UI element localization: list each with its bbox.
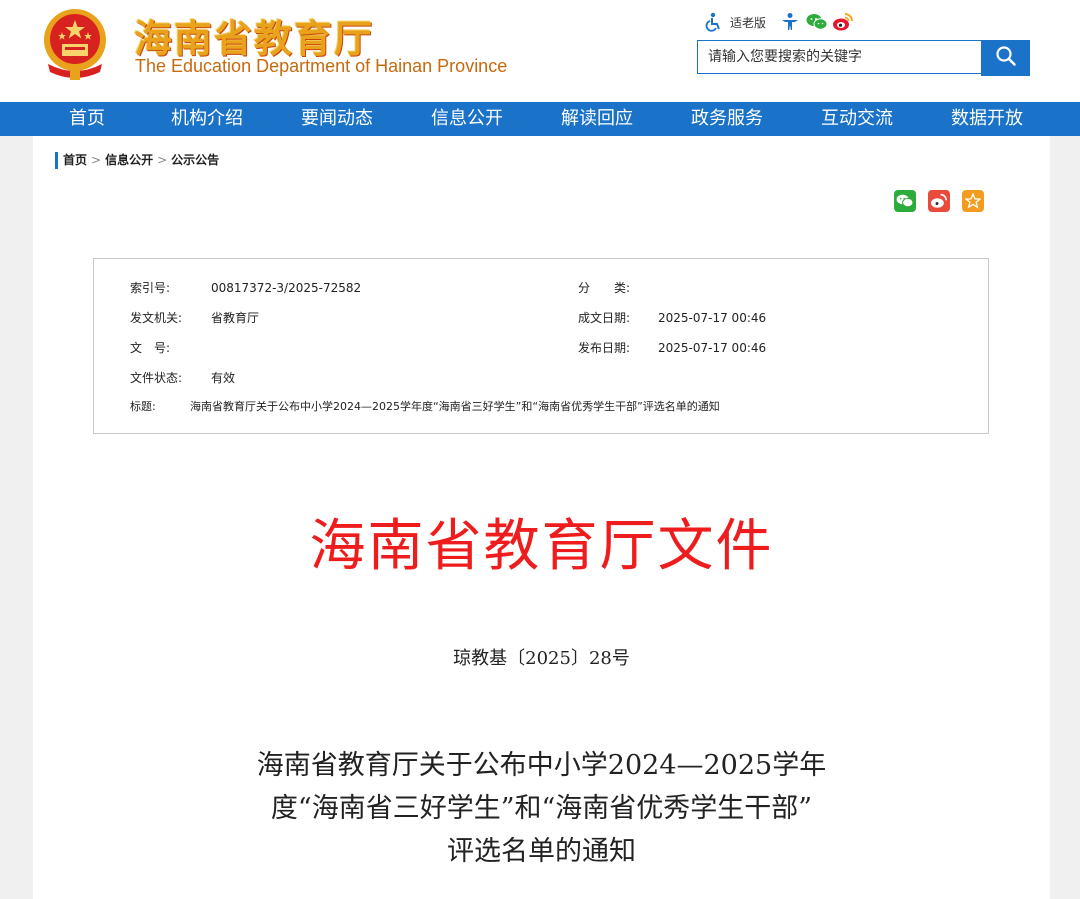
breadcrumb-separator: >	[91, 153, 102, 167]
article-content: 首页 > 信息公开 > 公示公告 索引号: 00817372-3/2025-72582	[33, 136, 1050, 899]
document-number: 琼教基〔2025〕28号	[453, 648, 630, 669]
main-nav: 首页 机构介绍 要闻动态 信息公开 解读回应 政务服务 互动交流 数据开放	[0, 102, 1080, 136]
meta-index-label: 索引号:	[130, 281, 171, 295]
national-emblem-icon[interactable]	[40, 6, 110, 82]
breadcrumb-announcements[interactable]: 公示公告	[171, 153, 219, 167]
site-title-english: The Education Department of Hainan Provi…	[135, 56, 508, 76]
search-button[interactable]	[981, 40, 1030, 76]
meta-docno-label: 文 号:	[130, 341, 171, 355]
nav-item-interaction[interactable]: 互动交流	[792, 102, 922, 136]
meta-docno: 文 号:	[130, 339, 211, 357]
document-title-line: 评选名单的通知	[447, 836, 636, 867]
meta-published-value: 2025-07-17 00:46	[658, 341, 767, 355]
meta-status: 文件状态: 有效	[130, 369, 235, 387]
meta-subject-label: 标题:	[130, 400, 156, 413]
meta-published-label: 发布日期:	[578, 341, 631, 355]
document-metadata: 索引号: 00817372-3/2025-72582 分 类: 发文机关: 省教育厅…	[93, 258, 989, 434]
share-weibo-icon[interactable]	[928, 190, 950, 212]
elder-mode-link[interactable]: 适老版	[730, 14, 766, 31]
search-box	[697, 40, 1030, 76]
document-title-line: 海南省教育厅关于公布中小学2024—2025学年	[256, 750, 827, 781]
document-title-line: 度“海南省三好学生”和“海南省优秀学生干部”	[270, 793, 813, 824]
meta-created-value: 2025-07-17 00:46	[658, 311, 767, 325]
person-app-icon[interactable]	[780, 12, 800, 32]
meta-index: 索引号: 00817372-3/2025-72582	[130, 279, 361, 297]
wechat-icon[interactable]	[806, 12, 828, 32]
nav-item-info-disclosure[interactable]: 信息公开	[402, 102, 532, 136]
meta-index-value: 00817372-3/2025-72582	[211, 281, 362, 295]
document-red-header: 海南省教育厅文件	[309, 514, 774, 579]
nav-item-news[interactable]: 要闻动态	[272, 102, 402, 136]
breadcrumb-info-disclosure[interactable]: 信息公开	[105, 153, 153, 167]
meta-issuer-label: 发文机关:	[130, 311, 183, 325]
search-input[interactable]	[697, 40, 982, 74]
meta-issuer: 发文机关: 省教育厅	[130, 309, 259, 327]
meta-published: 发布日期: 2025-07-17 00:46	[578, 339, 766, 357]
meta-created-label: 成文日期:	[578, 311, 631, 325]
top-tools: 适老版	[704, 10, 854, 34]
nav-item-interpretation[interactable]: 解读回应	[532, 102, 662, 136]
document-title: 海南省教育厅关于公布中小学2024—2025学年 度“海南省三好学生”和“海南省…	[33, 744, 1050, 873]
site-title: 海南省教育厅	[134, 17, 375, 61]
breadcrumb-separator: >	[157, 153, 168, 167]
search-icon	[995, 45, 1017, 71]
meta-category-label: 分 类:	[578, 281, 631, 295]
favorite-star-icon[interactable]	[962, 190, 984, 212]
nav-item-home[interactable]: 首页	[32, 102, 142, 136]
meta-status-value: 有效	[211, 371, 236, 385]
nav-item-open-data[interactable]: 数据开放	[922, 102, 1052, 136]
meta-issuer-value: 省教育厅	[211, 311, 260, 325]
meta-created: 成文日期: 2025-07-17 00:46	[578, 309, 766, 327]
meta-subject-value: 海南省教育厅关于公布中小学2024—2025学年度“海南省三好学生”和“海南省优…	[190, 400, 720, 413]
nav-item-services[interactable]: 政务服务	[662, 102, 792, 136]
site-header: 海南省教育厅 The Education Department of Haina…	[0, 0, 1080, 102]
weibo-icon[interactable]	[832, 12, 854, 32]
nav-item-about[interactable]: 机构介绍	[142, 102, 272, 136]
breadcrumb-home[interactable]: 首页	[63, 153, 87, 167]
accessibility-icon[interactable]	[704, 12, 724, 32]
meta-status-label: 文件状态:	[130, 371, 183, 385]
share-wechat-icon[interactable]	[894, 190, 916, 212]
breadcrumb: 首页 > 信息公开 > 公示公告	[55, 152, 219, 169]
share-bar	[894, 190, 984, 212]
meta-category: 分 类:	[578, 279, 658, 297]
meta-subject: 标题: 海南省教育厅关于公布中小学2024—2025学年度“海南省三好学生”和“海…	[130, 398, 720, 416]
